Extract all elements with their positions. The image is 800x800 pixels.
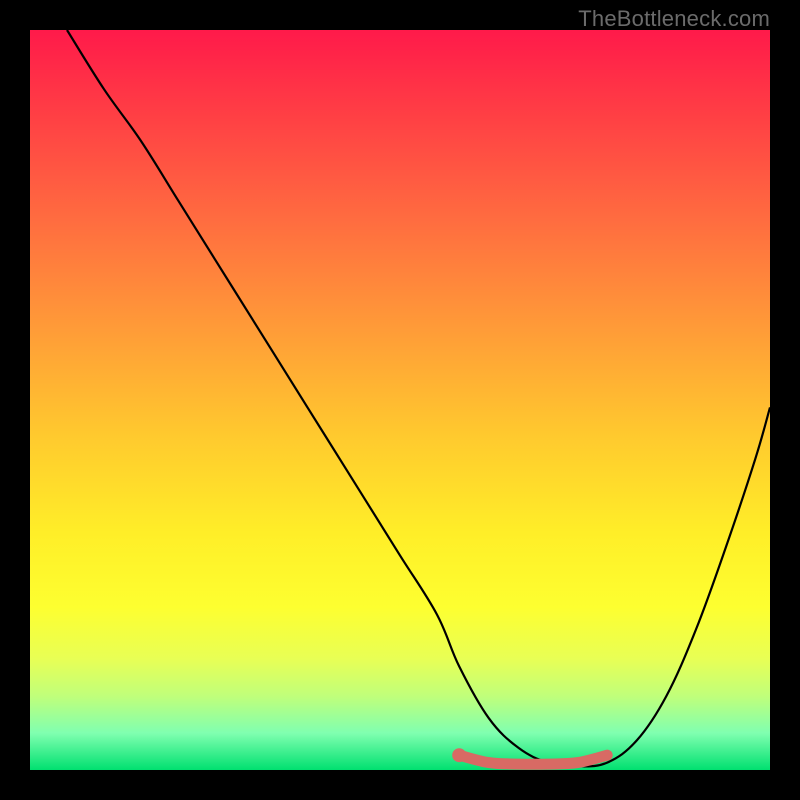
series-curve [67,30,770,766]
chart-plot-area [30,30,770,770]
highlight-start-dot [452,748,466,762]
watermark-label: TheBottleneck.com [578,6,770,32]
chart-svg-overlay [30,30,770,770]
